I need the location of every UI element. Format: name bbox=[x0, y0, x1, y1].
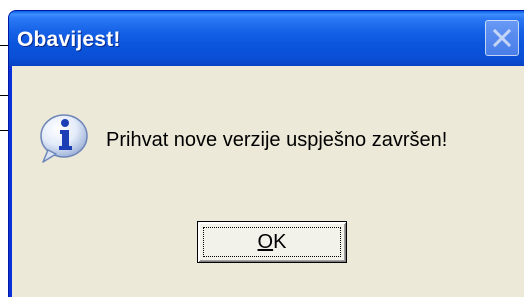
ok-button-label: OK bbox=[258, 231, 287, 254]
close-button[interactable] bbox=[485, 20, 519, 56]
dialog-title: Obavijest! bbox=[17, 28, 121, 51]
ok-button[interactable]: OK bbox=[197, 221, 347, 263]
focus-rectangle: OK bbox=[203, 227, 341, 257]
ok-button-mnemonic: O bbox=[257, 230, 274, 253]
dialog-message: Prihvat nove verzije uspješno završen! bbox=[106, 129, 448, 151]
screen: Obavijest! Prihvat nove verzije uspješno… bbox=[0, 0, 524, 297]
message-dialog: Obavijest! Prihvat nove verzije uspješno… bbox=[8, 10, 524, 297]
close-icon bbox=[492, 28, 512, 48]
title-bar[interactable]: Obavijest! bbox=[9, 11, 524, 66]
dialog-body: Prihvat nove verzije uspješno završen! O… bbox=[12, 66, 524, 297]
ok-button-label-rest: K bbox=[273, 230, 287, 253]
information-icon bbox=[40, 114, 88, 163]
